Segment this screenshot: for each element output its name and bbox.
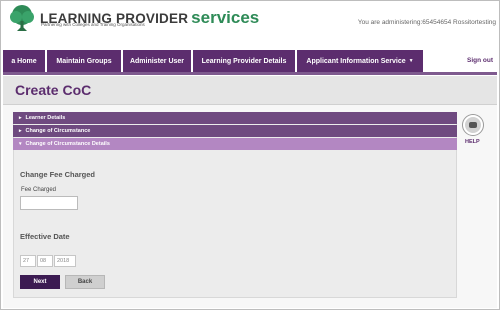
brand-tagline: Partnering with Colleges and Training Or… [41,22,145,27]
next-button[interactable]: Next [20,275,60,289]
help-label[interactable]: HELP [465,139,480,145]
tree-logo-icon [10,5,34,31]
nav-item-applicant-information-service-label: Applicant Information Service [306,57,406,65]
fee-charged-input[interactable] [20,196,78,210]
effective-date-heading: Effective Date [20,232,70,241]
nav-item-learning-provider-details[interactable]: Learning Provider Details [193,50,297,72]
chevron-down-icon: ▼ [408,58,414,64]
date-year-input[interactable] [54,255,76,267]
accordion-change-of-circumstance-details[interactable]: ▾ Change of Circumstance Details [13,138,457,150]
sign-out-link[interactable]: Sign out [467,57,493,64]
nav-item-maintain-groups-label: Maintain Groups [56,57,112,65]
accordion-change-of-circumstance-details-label: Change of Circumstance Details [25,141,110,147]
nav-items: a Home Maintain Groups Administer User L… [3,50,425,72]
page-title-bar: Create CoC [3,76,497,105]
administering-info: You are administering:65454654 Rossitort… [357,19,496,26]
accordion-change-of-circumstance[interactable]: ▸ Change of Circumstance [13,125,457,137]
nav-divider [3,72,497,75]
chevron-down-icon: ▾ [19,141,22,147]
page-title: Create CoC [15,82,92,98]
fee-charged-label: Fee Charged [21,187,57,193]
date-month-input[interactable] [37,255,53,267]
main-nav: a Home Maintain Groups Administer User L… [3,50,497,72]
date-day-input[interactable] [20,255,36,267]
back-button[interactable]: Back [65,275,105,289]
help-icon [469,122,477,128]
nav-item-administer-user[interactable]: Administer User [123,50,193,72]
accordion-learner-details[interactable]: ▸ Learner Details [13,112,457,124]
nav-item-administer-user-label: Administer User [129,57,185,65]
help-button[interactable] [463,115,483,135]
accordion-change-of-circumstance-label: Change of Circumstance [25,128,91,134]
nav-item-home[interactable]: a Home [3,50,47,72]
brand-accent-text: services [191,8,260,27]
chevron-right-icon: ▸ [19,115,22,121]
fee-section-heading: Change Fee Charged [20,170,96,179]
nav-item-learning-provider-details-label: Learning Provider Details [201,57,287,65]
accordion-learner-details-label: Learner Details [25,115,66,121]
chevron-right-icon: ▸ [19,128,22,134]
nav-item-home-label: a Home [11,57,37,65]
nav-item-maintain-groups[interactable]: Maintain Groups [47,50,123,72]
nav-item-applicant-information-service[interactable]: Applicant Information Service ▼ [297,50,425,72]
